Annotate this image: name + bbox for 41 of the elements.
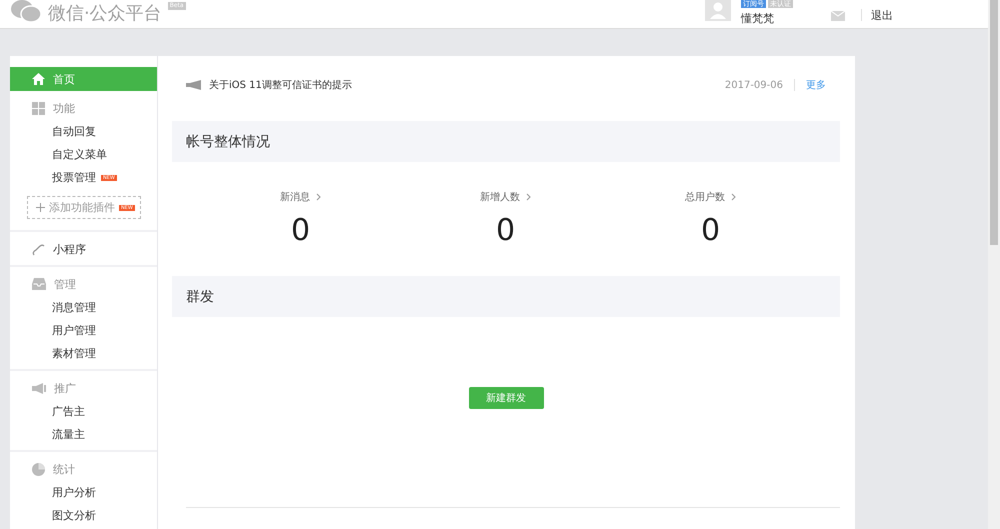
- nav-item[interactable]: 流量主: [10, 423, 157, 446]
- megaphone-icon: [32, 382, 46, 394]
- chevron-right-icon: [526, 193, 531, 201]
- nav-item[interactable]: 自动回复: [10, 120, 157, 143]
- avatar-icon[interactable]: [705, 0, 731, 21]
- user-name[interactable]: 懂梵梵: [741, 11, 774, 26]
- nav-item[interactable]: 素材管理: [10, 342, 157, 365]
- inbox-icon: [32, 278, 46, 290]
- chevron-right-icon: [731, 193, 736, 201]
- nav-item[interactable]: 广告主: [10, 400, 157, 423]
- section-header: 群发: [172, 276, 840, 317]
- nav-section-title: 管理: [54, 276, 76, 292]
- pie-chart-icon: [32, 462, 45, 476]
- chevron-right-icon: [316, 193, 321, 201]
- scrollbar[interactable]: [988, 0, 1000, 529]
- link-icon: [32, 242, 45, 256]
- logout-link[interactable]: 退出: [871, 8, 893, 23]
- nav-item[interactable]: 消息管理: [10, 296, 157, 319]
- notice-date: 2017-09-06: [724, 80, 783, 90]
- stat-value: 0: [290, 214, 310, 248]
- notice-link[interactable]: 关于iOS 11调整可信证书的提示: [209, 78, 725, 92]
- nav-section-title: 统计: [53, 462, 75, 476]
- nav-item[interactable]: 自定义菜单: [10, 143, 157, 166]
- stat-link[interactable]: 总用户数: [685, 190, 736, 204]
- stat-value: 0: [496, 214, 516, 248]
- plus-icon: [36, 203, 45, 212]
- home-icon: [32, 73, 45, 85]
- megaphone-icon: [186, 80, 201, 90]
- grid-icon: [32, 102, 45, 114]
- stat-link[interactable]: 新消息: [280, 190, 321, 204]
- mail-icon[interactable]: [831, 11, 845, 21]
- nav-item[interactable]: 用户管理: [10, 319, 157, 342]
- section-header: 帐号整体情况: [172, 121, 840, 162]
- nav-section-title: 推广: [54, 380, 76, 396]
- stat-link[interactable]: 新增人数: [480, 190, 531, 204]
- nav-item[interactable]: 用户分析: [10, 481, 157, 504]
- platform-title: 微信·公众平台: [48, 2, 162, 26]
- nav-item[interactable]: 小程序: [10, 237, 157, 261]
- stat-value: 0: [700, 214, 720, 248]
- nav-section-title: 功能: [53, 100, 75, 116]
- nav-item[interactable]: 图文分析: [10, 504, 157, 527]
